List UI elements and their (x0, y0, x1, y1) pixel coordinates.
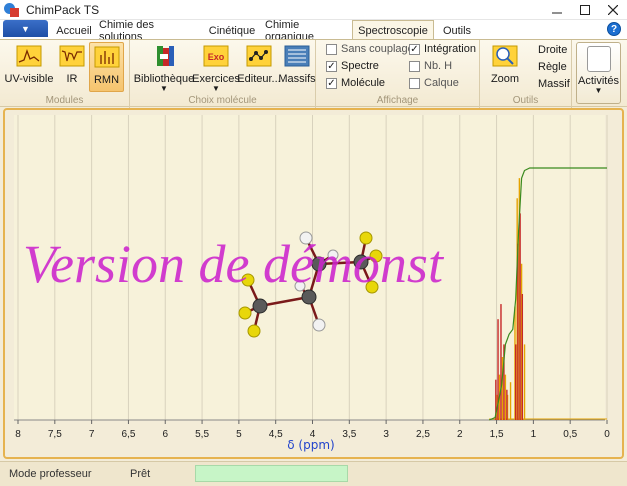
status-state: Prêt (130, 468, 151, 480)
library-icon (151, 45, 177, 67)
activites-button[interactable]: Activités ▼ (576, 42, 621, 104)
window-title: ChimPack TS (26, 2, 100, 17)
checkbox-unchecked-icon (409, 77, 420, 89)
x-tick-label: 2,5 (416, 429, 430, 440)
nmr-spectrum-icon (94, 46, 120, 68)
x-tick-label: 7,5 (48, 429, 62, 440)
regle-button[interactable]: Règle (538, 61, 567, 73)
bibliotheque-button[interactable]: Bibliothèque ▼ (134, 42, 194, 93)
maximize-icon[interactable] (571, 0, 599, 20)
x-tick-label: 6,5 (121, 429, 135, 440)
minimize-icon[interactable] (543, 0, 571, 20)
status-mode: Mode professeur (9, 468, 92, 480)
massifs-button[interactable]: Massifs (278, 42, 316, 92)
tab-accueil[interactable]: Accueil (52, 22, 96, 39)
x-tick-label: 5,5 (195, 429, 209, 440)
group-choix-molecule: Bibliothèque ▼ Exo Exercices ▼ Editeur..… (130, 40, 316, 108)
demo-watermark: Version de démonst (23, 234, 445, 294)
editor-icon (246, 45, 272, 67)
nb-h-label: Nb. H (424, 60, 453, 72)
tab-spectroscopie[interactable]: Spectroscopie (352, 20, 434, 40)
x-axis-label: δ (ppm) (287, 438, 334, 452)
nb-h-checkbox[interactable]: Nb. H (409, 60, 452, 72)
uv-visible-label: UV-visible (4, 73, 54, 85)
activities-icon (586, 46, 611, 72)
chevron-down-icon: ▼ (594, 86, 603, 95)
outils-group-label: Outils (512, 95, 539, 106)
sans-couplage-checkbox[interactable]: Sans couplage (326, 43, 414, 55)
nmr-spectrum-chart[interactable]: 8 7,5 7 6,5 6 5,5 5 4,5 4 3,5 3 2,5 2 1,5 1 0,5 0 (5, 110, 622, 457)
app-icon (4, 2, 20, 18)
checkbox-unchecked-icon (326, 43, 337, 55)
affichage-group-label: Affichage (376, 95, 419, 106)
status-progress-bar (195, 465, 348, 482)
uv-spectrum-icon (16, 45, 42, 67)
calque-checkbox[interactable]: Calque (409, 77, 459, 89)
calque-label: Calque (424, 77, 459, 89)
x-tick-label: 5 (236, 429, 242, 440)
exercices-button[interactable]: Exo Exercices ▼ (192, 42, 240, 93)
help-icon[interactable]: ? (607, 22, 621, 36)
ir-button[interactable]: IR (58, 42, 86, 92)
close-icon[interactable] (599, 0, 627, 20)
editeur-label: Editeur... (237, 73, 281, 85)
x-tick-label: 0,5 (563, 429, 577, 440)
choix-molecule-group-label: Choix molécule (188, 95, 257, 106)
group-affichage: Sans couplage ✓ Spectre ✓ Molécule ✓ Intégr… (316, 40, 480, 108)
zoom-button[interactable]: Zoom (488, 42, 522, 92)
x-tick-label: 3 (383, 429, 389, 440)
x-tick-label: 1 (531, 429, 537, 440)
sans-couplage-label: Sans couplage (341, 43, 414, 55)
zoom-icon (492, 45, 518, 67)
spectrum-panel: 8 7,5 7 6,5 6 5,5 5 4,5 4 3,5 3 2,5 2 1,5 1 0,5 0 (3, 108, 624, 459)
group-modules: UV-visible IR RMN Modules (0, 40, 130, 108)
checkmark-icon: ✓ (326, 60, 337, 72)
ir-spectrum-icon (59, 45, 85, 67)
editeur-button[interactable]: Editeur... (237, 42, 281, 92)
title-bar: ChimPack TS (0, 0, 627, 20)
checkmark-icon: ✓ (326, 77, 337, 89)
zoom-label: Zoom (490, 73, 520, 85)
modules-group-label: Modules (45, 95, 84, 106)
tab-cinetique[interactable]: Cinétique (203, 22, 261, 39)
x-tick-label: 6 (162, 429, 168, 440)
rmn-label: RMN (93, 74, 120, 86)
ir-label: IR (66, 73, 78, 85)
rmn-button[interactable]: RMN (89, 42, 124, 92)
x-tick-label: 1,5 (490, 429, 504, 440)
x-tick-label: 4,5 (269, 429, 283, 440)
massif-button[interactable]: Massif (538, 78, 570, 90)
droite-button[interactable]: Droite (538, 44, 567, 56)
multiplets-icon (284, 45, 310, 67)
molecule-label: Molécule (341, 77, 386, 89)
x-tick-label: 2 (457, 429, 463, 440)
uv-visible-button[interactable]: UV-visible (4, 42, 54, 92)
x-tick-label: 0 (604, 429, 610, 440)
ribbon: UV-visible IR RMN Modules Bibliothèque ▼ (0, 39, 627, 108)
x-tick-label: 3,5 (342, 429, 356, 440)
chevron-down-icon: ▼ (160, 84, 168, 93)
molecule-checkbox[interactable]: ✓ Molécule (326, 77, 385, 89)
x-axis-ticks: 8 7,5 7 6,5 6 5,5 5 4,5 4 3,5 3 2,5 2 1,5 1 0,5 0 (15, 420, 610, 440)
x-tick-label: 7 (89, 429, 95, 440)
file-menu-button[interactable]: ▼ (3, 20, 48, 37)
spectre-checkbox[interactable]: ✓ Spectre (326, 60, 379, 72)
svg-text:Exo: Exo (208, 52, 225, 62)
group-outils: Zoom Droite Règle Massif Outils (480, 40, 572, 108)
chevron-down-icon: ▼ (212, 84, 220, 93)
tab-chimie-des-solutions[interactable]: Chimie des solutions (99, 19, 200, 43)
checkmark-icon: ✓ (409, 43, 420, 55)
tab-chimie-organique[interactable]: Chimie organique (265, 19, 349, 43)
exercises-icon: Exo (203, 45, 229, 67)
status-bar: Mode professeur Prêt (0, 461, 627, 486)
ribbon-tabs: ▼ Accueil Chimie des solutions Cinétique… (0, 19, 627, 43)
massifs-label: Massifs (278, 73, 316, 85)
tab-outils[interactable]: Outils (438, 22, 476, 39)
checkbox-unchecked-icon (409, 60, 420, 72)
integration-checkbox[interactable]: ✓ Intégration (409, 43, 476, 55)
integration-label: Intégration (424, 43, 476, 55)
spectre-label: Spectre (341, 60, 379, 72)
x-tick-label: 8 (15, 429, 21, 440)
